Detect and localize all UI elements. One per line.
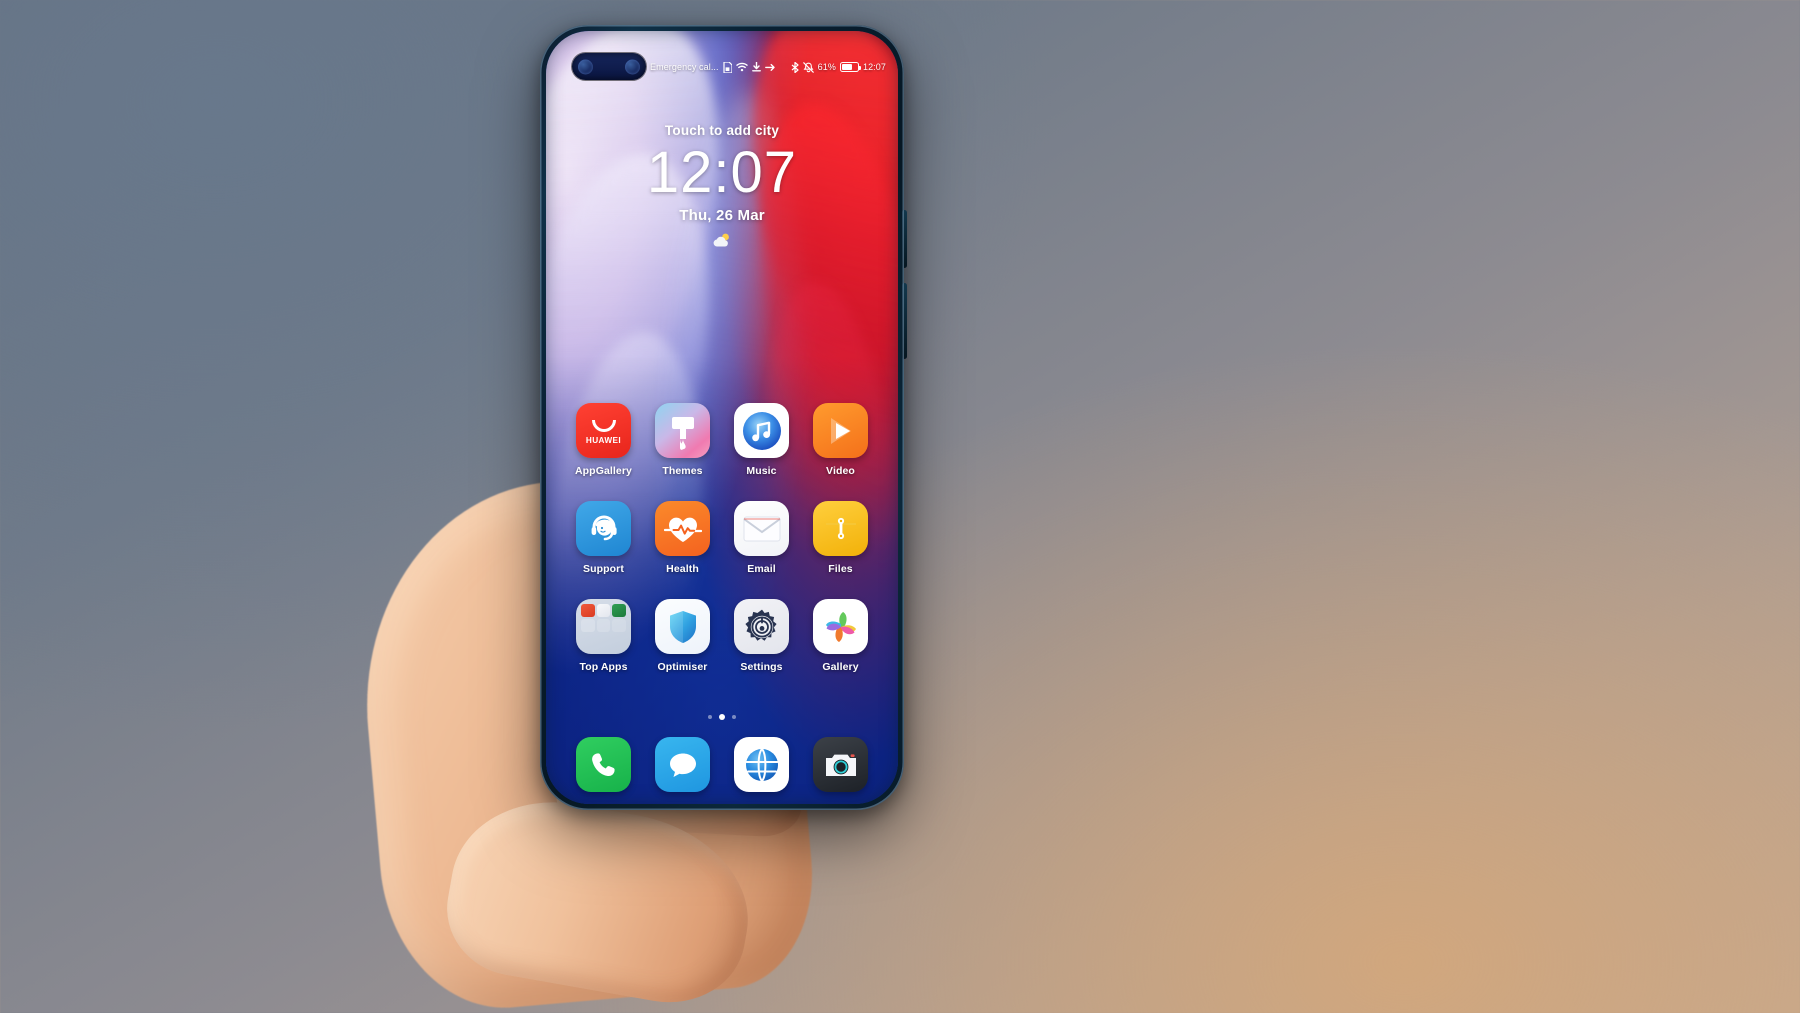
app-video[interactable]: Video — [801, 403, 880, 477]
folder-mini-icon — [612, 619, 626, 632]
app-gallery[interactable]: Gallery — [801, 599, 880, 673]
app-settings[interactable]: Settings — [722, 599, 801, 673]
appgallery-icon[interactable]: HUAWEI — [576, 403, 631, 458]
optimiser-icon[interactable] — [655, 599, 710, 654]
app-label: Top Apps — [579, 661, 628, 673]
themes-icon[interactable] — [655, 403, 710, 458]
top-apps-folder-icon[interactable] — [576, 599, 631, 654]
app-themes[interactable]: Themes — [643, 403, 722, 477]
folder-mini-icon — [581, 619, 595, 632]
carrier-label: Emergency cal... — [650, 62, 719, 72]
folder-mini-icon — [596, 619, 611, 632]
page-dot-active[interactable] — [719, 714, 725, 720]
app-label: Music — [746, 465, 777, 477]
partly-cloudy-icon — [546, 231, 898, 249]
app-appgallery[interactable]: HUAWEI AppGallery — [564, 403, 643, 477]
smartphone-device: Emergency cal... 61% 12:07 Touch to add … — [540, 25, 907, 810]
appgallery-brand-text: HUAWEI — [585, 436, 622, 445]
download-icon — [751, 62, 761, 72]
health-icon[interactable] — [655, 501, 710, 556]
add-city-prompt[interactable]: Touch to add city — [546, 123, 898, 138]
app-label: Gallery — [822, 661, 859, 673]
folder-mini-icon — [581, 604, 595, 617]
gallery-icon[interactable] — [813, 599, 868, 654]
app-label: Email — [747, 563, 776, 575]
mute-icon — [802, 61, 814, 73]
dock — [546, 737, 898, 792]
status-bar: Emergency cal... 61% 12:07 — [546, 55, 898, 79]
clock-date: Thu, 26 Mar — [679, 206, 765, 224]
app-support[interactable]: Support — [564, 501, 643, 575]
page-dot[interactable] — [732, 715, 736, 719]
settings-icon[interactable] — [734, 599, 789, 654]
volume-button[interactable] — [902, 283, 907, 359]
app-label: Health — [666, 563, 699, 575]
music-icon[interactable] — [734, 403, 789, 458]
clock-weather-widget[interactable]: Touch to add city 12:07 Thu, 26 Mar — [546, 123, 898, 249]
app-label: Files — [828, 563, 853, 575]
app-music[interactable]: Music — [722, 403, 801, 477]
app-label: Support — [583, 563, 624, 575]
messages-icon[interactable] — [655, 737, 710, 792]
app-label: AppGallery — [574, 465, 633, 477]
app-label: Optimiser — [657, 661, 708, 673]
phone-screen[interactable]: Emergency cal... 61% 12:07 Touch to add … — [546, 31, 898, 804]
email-icon[interactable] — [734, 501, 789, 556]
files-icon[interactable] — [813, 501, 868, 556]
status-bar-clock: 12:07 — [862, 62, 886, 72]
page-dot[interactable] — [708, 715, 712, 719]
phone-icon[interactable] — [576, 737, 631, 792]
battery-percent-label: 61% — [817, 62, 836, 72]
app-files[interactable]: Files — [801, 501, 880, 575]
folder-mini-icon — [596, 604, 611, 617]
power-button[interactable] — [902, 210, 907, 268]
app-email[interactable]: Email — [722, 501, 801, 575]
app-label: Video — [826, 465, 855, 477]
sim-card-icon — [723, 61, 732, 73]
video-icon[interactable] — [813, 403, 868, 458]
clock-time: 12:07 — [646, 140, 798, 205]
folder-mini-icon — [612, 604, 626, 617]
folder-preview-icons — [581, 604, 626, 632]
camera-icon[interactable] — [813, 737, 868, 792]
app-label: Themes — [662, 465, 703, 477]
page-indicator[interactable] — [546, 714, 898, 720]
app-optimiser[interactable]: Optimiser — [643, 599, 722, 673]
wifi-icon — [735, 62, 748, 72]
app-label: Settings — [740, 661, 783, 673]
vpn-icon — [764, 63, 776, 72]
appgallery-smile-glyph — [591, 420, 616, 432]
bluetooth-icon — [791, 61, 799, 73]
support-icon[interactable] — [576, 501, 631, 556]
battery-icon — [839, 62, 862, 72]
app-top-apps-folder[interactable]: Top Apps — [564, 599, 643, 673]
app-grid: HUAWEI AppGallery Themes Music Video Sup… — [546, 403, 898, 673]
browser-globe-icon[interactable] — [734, 737, 789, 792]
app-health[interactable]: Health — [643, 501, 722, 575]
